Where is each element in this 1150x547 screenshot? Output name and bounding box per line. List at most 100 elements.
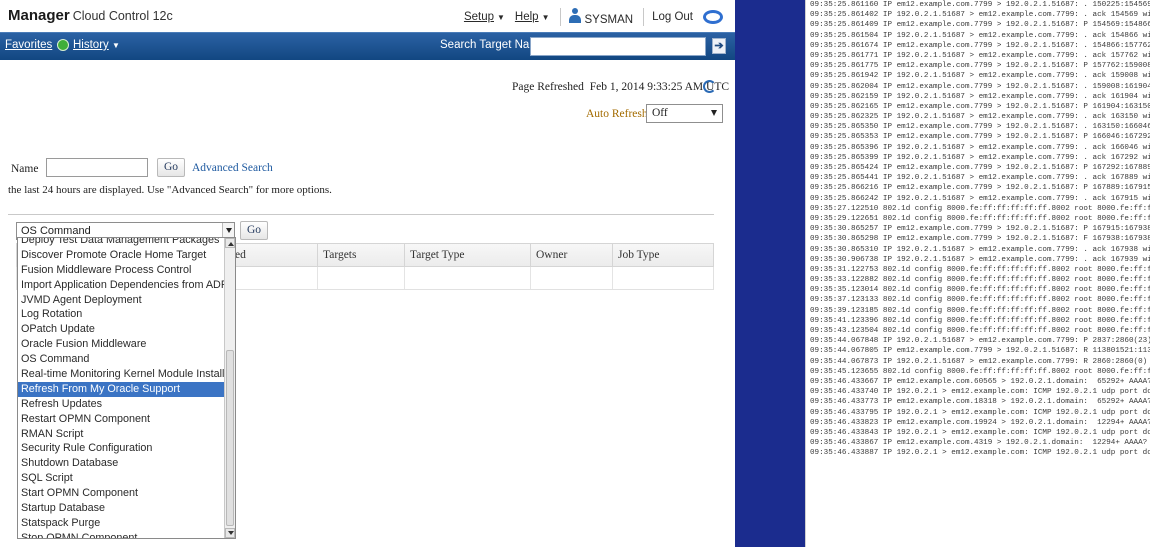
auto-refresh-select[interactable]: Off [646, 104, 723, 123]
dropdown-option[interactable]: Stop OPMN Component [18, 531, 225, 538]
column-header-owner[interactable]: Owner [530, 244, 612, 268]
dropdown-option[interactable]: Security Rule Configuration [18, 441, 225, 456]
dropdown-option[interactable]: Fusion Middleware Process Control [18, 263, 225, 278]
dropdown-items: Deploy Test Data Management Packages Disc… [18, 238, 225, 538]
terminal-line: 09:35:33.122882 802.1d config 8000.fe:ff… [810, 276, 1150, 285]
scrollbar-thumb[interactable] [226, 350, 234, 526]
create-job-go-button[interactable]: Go [240, 221, 269, 240]
help-menu[interactable]: Help ▼ [515, 11, 550, 23]
column-header[interactable]: ed [230, 244, 318, 268]
terminal-line: 09:35:25.862325 IP 192.0.2.1.51687 > em1… [810, 113, 1150, 122]
chevron-down-icon [711, 110, 717, 116]
column-header-targets[interactable]: Targets [317, 244, 404, 268]
dropdown-option[interactable]: Statspack Purge [18, 516, 225, 531]
terminal-window: 09:35:25.861160 IP em12.example.com.7799… [805, 0, 1150, 547]
name-search-go-button[interactable]: Go [157, 158, 186, 177]
scroll-up-icon[interactable] [225, 238, 235, 248]
dropdown-option[interactable]: Real-time Monitoring Kernel Module Insta… [18, 367, 225, 382]
search-go-button[interactable]: ➔ [712, 38, 726, 54]
auto-refresh-label: Auto Refresh [586, 108, 648, 120]
search-target-input[interactable] [530, 37, 706, 56]
setup-label: Setup [463, 11, 494, 23]
advanced-search-link[interactable]: Advanced Search [192, 162, 273, 174]
terminal-line: 09:35:35.123014 802.1d config 8000.fe:ff… [810, 286, 1150, 295]
terminal-line: 09:35:46.433823 IP em12.example.com.1992… [810, 418, 1150, 427]
terminal-line: 09:35:25.862159 IP 192.0.2.1.51687 > em1… [810, 92, 1150, 101]
dropdown-scrollbar[interactable] [224, 238, 235, 538]
table-cell [530, 267, 531, 289]
chevron-down-icon: ▼ [497, 13, 505, 22]
user-menu[interactable]: SYSMAN [568, 8, 633, 26]
dropdown-option[interactable]: OS Command [18, 352, 225, 367]
terminal-line: 09:35:43.123504 802.1d config 8000.fe:ff… [810, 327, 1150, 335]
terminal-line: 09:35:25.861771 IP 192.0.2.1.51687 > em1… [810, 51, 1150, 60]
terminal-line: 09:35:25.865353 IP em12.example.com.7799… [810, 133, 1150, 142]
terminal-line: 09:35:37.123133 802.1d config 8000.fe:ff… [810, 296, 1150, 305]
dropdown-option[interactable]: JVMD Agent Deployment [18, 293, 225, 308]
terminal-line: 09:35:25.865350 IP em12.example.com.7799… [810, 123, 1150, 132]
terminal-line: 09:35:46.433887 IP 192.0.2.1 > em12.exam… [810, 449, 1150, 458]
terminal-line: 09:35:25.861504 IP 192.0.2.1.51687 > em1… [810, 31, 1150, 40]
terminal-line: 09:35:31.122753 802.1d config 8000.fe:ff… [810, 265, 1150, 274]
terminal-line: 09:35:25.866216 IP em12.example.com.7799… [810, 184, 1150, 193]
terminal-line: 09:35:30.865310 IP 192.0.2.1.51687 > em1… [810, 245, 1150, 254]
terminal-line: 09:35:46.433843 IP 192.0.2.1 > em12.exam… [810, 428, 1150, 437]
dropdown-option[interactable]: Discover Promote Oracle Home Target [18, 248, 225, 263]
dropdown-option[interactable]: OPatch Update [18, 322, 225, 337]
page-refreshed: Page Refreshed Feb 1, 2014 9:33:25 AM UT… [512, 81, 729, 93]
dropdown-option[interactable]: Deploy Test Data Management Packages [18, 238, 225, 248]
table-cell [317, 267, 318, 289]
refresh-icon[interactable] [703, 80, 716, 93]
divider [643, 8, 645, 26]
dropdown-option[interactable]: Shutdown Database [18, 456, 225, 471]
dropdown-option[interactable]: Restart OPMN Component [18, 412, 225, 427]
terminal-line: 09:35:25.862004 IP em12.example.com.7799… [810, 82, 1150, 91]
dropdown-option[interactable]: RMAN Script [18, 427, 225, 442]
global-navigation-bar: Favorites ▼ History ▼ Search Target Name… [0, 32, 735, 60]
terminal-line: 09:35:46.433867 IP em12.example.com.4319… [810, 439, 1150, 448]
terminal-line: 09:35:46.433740 IP 192.0.2.1 > em12.exam… [810, 388, 1150, 397]
column-header-job-type[interactable]: Job Type [612, 244, 715, 268]
terminal-line: 09:35:44.067848 IP 192.0.2.1.51687 > em1… [810, 337, 1150, 346]
scroll-down-icon[interactable] [225, 528, 235, 538]
dropdown-option[interactable]: Refresh Updates [18, 397, 225, 412]
terminal-line: 09:35:29.122651 802.1d config 8000.fe:ff… [810, 214, 1150, 223]
favorites-menu[interactable]: Favorites ▼ [5, 39, 63, 51]
app-title: Manager Cloud Control 12c [8, 7, 173, 24]
setup-menu[interactable]: Setup ▼ [464, 11, 505, 23]
terminal-line: 09:35:44.067873 IP 192.0.2.1.51687 > em1… [810, 357, 1150, 366]
app-title-text: Manager [8, 7, 70, 24]
branding-bar: Manager Cloud Control 12c Setup ▼ Help ▼ SY… [0, 0, 735, 32]
terminal-line: 09:35:25.865441 IP 192.0.2.1.51687 > em1… [810, 174, 1150, 183]
dropdown-option[interactable]: Startup Database [18, 501, 225, 516]
dropdown-option[interactable]: Refresh From My Oracle Support [18, 381, 225, 397]
job-type-selected-value: OS Command [21, 225, 91, 237]
dropdown-option[interactable]: SQL Script [18, 471, 225, 486]
table-cell [404, 267, 405, 289]
terminal-line: 09:35:25.861775 IP em12.example.com.7799… [810, 62, 1150, 71]
dropdown-option[interactable]: Start OPMN Component [18, 486, 225, 501]
global-links: Setup ▼ Help ▼ SYSMAN Log Out [464, 7, 735, 27]
terminal-line: 09:35:46.433667 IP em12.example.com.6056… [810, 377, 1150, 386]
history-menu[interactable]: History ▼ [57, 39, 120, 51]
terminal-line: 09:35:45.123655 802.1d config 8000.fe:ff… [810, 367, 1150, 376]
divider [559, 8, 561, 26]
terminal-line: 09:35:25.861402 IP 192.0.2.1.51687 > em1… [810, 11, 1150, 20]
auto-refresh-value: Off [652, 107, 668, 119]
logout-link[interactable]: Log Out [652, 11, 693, 23]
terminal-line: 09:35:30.865257 IP em12.example.com.7799… [810, 225, 1150, 234]
chevron-down-icon: ▼ [111, 40, 120, 50]
column-header-target-type[interactable]: Target Type [404, 244, 530, 268]
name-input[interactable] [46, 158, 148, 177]
dropdown-option[interactable]: Oracle Fusion Middleware [18, 337, 225, 352]
terminal-line: 09:35:25.861160 IP em12.example.com.7799… [810, 1, 1150, 9]
name-label: Name [11, 163, 39, 175]
results-info-text: the last 24 hours are displayed. Use "Ad… [8, 184, 332, 196]
history-label: History [73, 39, 109, 51]
favorites-label: Favorites [5, 39, 53, 51]
dropdown-option[interactable]: Import Application Dependencies from ADP [18, 278, 225, 293]
app-subtitle: Cloud Control 12c [72, 9, 173, 23]
terminal-line: 09:35:25.865424 IP em12.example.com.7799… [810, 164, 1150, 172]
help-label: Help [514, 11, 539, 23]
dropdown-option[interactable]: Log Rotation [18, 307, 225, 322]
